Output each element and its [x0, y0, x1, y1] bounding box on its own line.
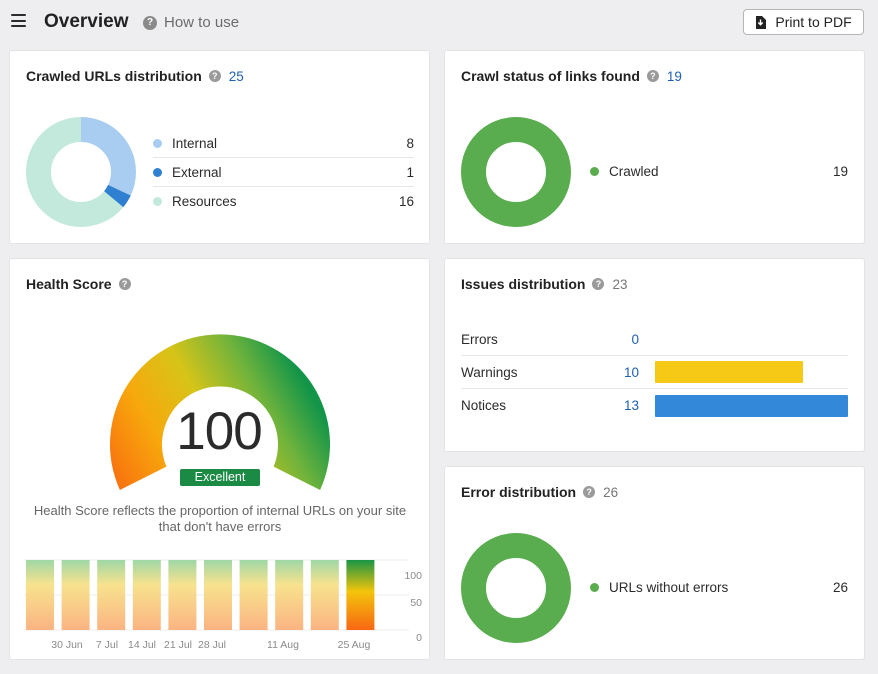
- issue-row-notices[interactable]: Notices 13: [461, 389, 848, 422]
- issues-title: Issues distribution: [461, 276, 586, 292]
- crawled-urls-title: Crawled URLs distribution: [26, 68, 202, 84]
- history-bar[interactable]: [132, 560, 161, 630]
- legend-row-external[interactable]: External 1: [153, 158, 414, 187]
- x-tick-label: 11 Aug: [267, 639, 299, 651]
- error-distribution-title: Error distribution: [461, 484, 577, 500]
- notices-bar[interactable]: [655, 394, 848, 417]
- issues-total: 23: [612, 276, 628, 292]
- health-score-title: Health Score: [26, 276, 112, 292]
- page-title: Overview: [44, 11, 129, 32]
- issue-row-errors[interactable]: Errors 0: [461, 323, 848, 356]
- legend-row-internal[interactable]: Internal 8: [153, 129, 414, 158]
- x-tick-label: 30 Jun: [51, 639, 83, 651]
- how-to-use-link[interactable]: ? How to use: [143, 14, 239, 31]
- y-tick-label: 50: [410, 597, 422, 609]
- legend-dot: [590, 583, 599, 592]
- crawl-status-title-row: Crawl status of links found ? 19: [461, 68, 682, 84]
- history-bar[interactable]: [97, 560, 126, 630]
- legend-dot: [590, 167, 599, 176]
- legend-label: Resources: [172, 194, 237, 209]
- history-bar[interactable]: [275, 560, 304, 630]
- legend-value: 16: [398, 194, 414, 209]
- history-bar[interactable]: [204, 560, 232, 630]
- issue-label: Errors: [461, 331, 498, 347]
- print-to-pdf-button[interactable]: Print to PDF: [743, 9, 864, 35]
- history-bar[interactable]: [61, 560, 90, 630]
- issue-count[interactable]: 13: [611, 398, 639, 413]
- crawl-status-legend: Crawled 19: [590, 157, 848, 186]
- health-score-value: 100: [176, 402, 262, 461]
- error-distribution-donut-chart: [461, 533, 571, 643]
- history-bar[interactable]: [239, 560, 268, 630]
- legend-label: URLs without errors: [609, 580, 729, 595]
- legend-row-resources[interactable]: Resources 16: [153, 187, 414, 216]
- history-bar[interactable]: [310, 560, 339, 630]
- urls-without-errors-segment[interactable]: [461, 533, 571, 643]
- health-score-history-chart: 30 Jun 7 Jul 14 Jul 21 Jul 28 Jul 11 Aug 25 Au…: [24, 559, 422, 651]
- issue-label: Warnings: [461, 364, 518, 380]
- x-tick-label: 25 Aug: [338, 639, 371, 651]
- crawled-urls-title-row: Crawled URLs distribution ? 25: [26, 68, 244, 84]
- legend-value: 1: [406, 164, 414, 180]
- error-distribution-title-row: Error distribution ? 26: [461, 484, 618, 500]
- question-icon[interactable]: ?: [208, 70, 221, 82]
- crawled-urls-donut-chart: [26, 117, 136, 227]
- issues-title-row: Issues distribution ? 23: [461, 276, 628, 292]
- x-tick-label: 7 Jul: [96, 639, 118, 651]
- hamburger-menu-icon[interactable]: [11, 14, 26, 27]
- error-distribution-legend: URLs without errors 26: [590, 573, 848, 602]
- legend-label: Internal: [172, 135, 218, 151]
- download-icon: [756, 15, 767, 29]
- issues-distribution-card: Issues distribution ? 23 Errors 0 Warnin…: [445, 259, 864, 451]
- warnings-bar[interactable]: [655, 361, 804, 383]
- x-tick-label: 28 Jul: [198, 639, 226, 651]
- legend-value: 8: [406, 135, 414, 151]
- crawl-status-card: Crawl status of links found ? 19 Crawled…: [445, 51, 864, 243]
- health-score-badge: Excellent: [180, 469, 260, 486]
- crawl-status-donut-chart: [461, 117, 571, 227]
- print-to-pdf-label: Print to PDF: [775, 14, 852, 30]
- x-tick-label: 21 Jul: [164, 639, 192, 651]
- top-bar: Overview ? How to use Print to PDF: [0, 0, 878, 44]
- legend-dot: [153, 197, 162, 206]
- how-to-use-label: How to use: [164, 14, 240, 31]
- history-bar[interactable]: [26, 560, 54, 630]
- question-icon[interactable]: ?: [118, 278, 131, 290]
- legend-label: Crawled: [609, 164, 659, 179]
- health-score-description: Health Score reflects the proportion of …: [33, 503, 407, 534]
- error-distribution-total: 26: [603, 484, 619, 500]
- crawled-urls-card: Crawled URLs distribution ? 25 Internal 8…: [10, 51, 429, 243]
- y-tick-label: 100: [404, 570, 422, 582]
- history-bar[interactable]: [168, 560, 197, 630]
- crawled-urls-total[interactable]: 25: [229, 69, 244, 84]
- legend-value: 19: [832, 164, 848, 179]
- issue-row-warnings[interactable]: Warnings 10: [461, 356, 848, 389]
- question-icon[interactable]: ?: [583, 486, 596, 498]
- legend-dot: [153, 138, 162, 148]
- history-bar[interactable]: [346, 560, 375, 630]
- legend-dot: [153, 167, 162, 177]
- crawl-status-title: Crawl status of links found: [461, 68, 640, 84]
- error-distribution-card: Error distribution ? 26 URLs without err…: [445, 467, 864, 659]
- crawled-urls-legend: Internal 8 External 1 Resources 16: [153, 129, 414, 216]
- health-score-card: Health Score ? 100 Excellent Health Scor…: [10, 259, 429, 659]
- crawl-status-total[interactable]: 19: [667, 69, 682, 84]
- issue-count[interactable]: 10: [611, 365, 639, 380]
- y-tick-label: 0: [416, 632, 422, 644]
- legend-row-urls-without-errors[interactable]: URLs without errors 26: [590, 573, 848, 602]
- question-icon[interactable]: ?: [592, 278, 605, 290]
- crawled-donut-segment[interactable]: [461, 117, 571, 227]
- legend-label: External: [172, 164, 222, 180]
- legend-row-crawled[interactable]: Crawled 19: [590, 157, 848, 186]
- health-score-title-row: Health Score ?: [26, 276, 131, 292]
- question-icon: ?: [143, 15, 157, 30]
- question-icon[interactable]: ?: [646, 70, 659, 82]
- legend-value: 26: [832, 580, 848, 595]
- x-tick-label: 14 Jul: [128, 639, 156, 651]
- issue-label: Notices: [461, 398, 507, 413]
- issue-count[interactable]: 0: [611, 332, 639, 347]
